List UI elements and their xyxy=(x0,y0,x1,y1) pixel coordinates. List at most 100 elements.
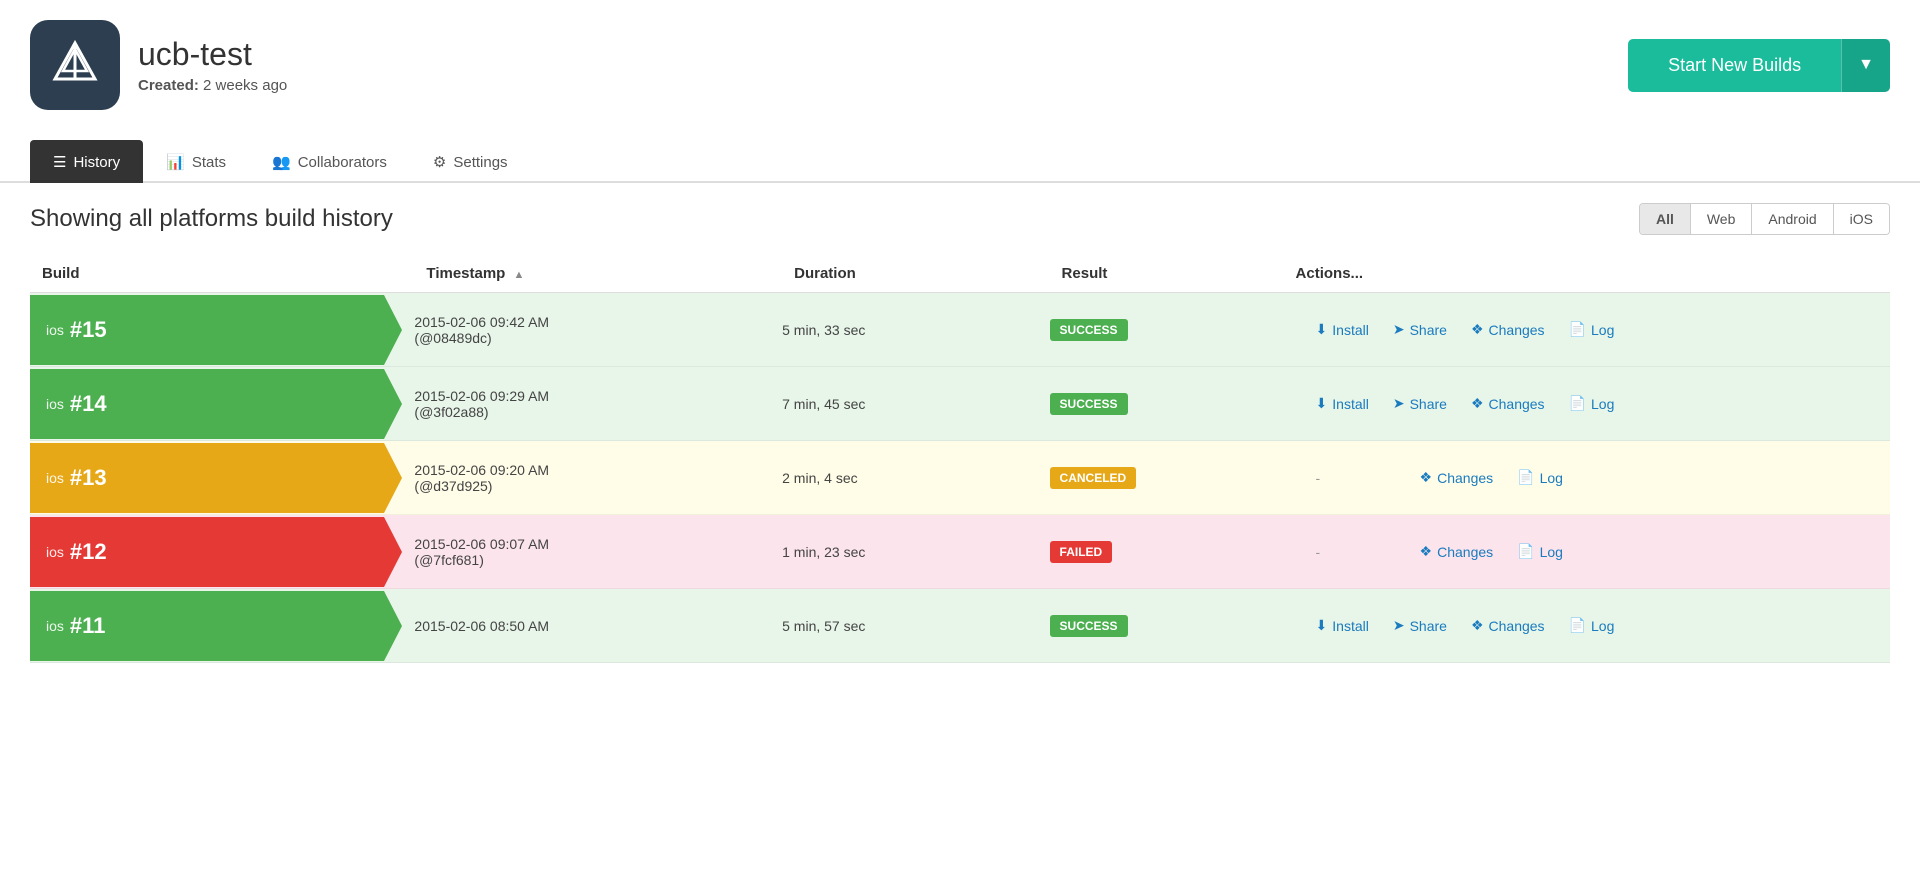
result-badge: SUCCESS xyxy=(1050,319,1128,341)
install-icon: ⬇ xyxy=(1316,321,1328,338)
tab-settings-label: Settings xyxy=(453,154,507,171)
tab-history[interactable]: ☰ History xyxy=(30,140,143,183)
history-title: Showing all platforms build history xyxy=(30,205,393,233)
action-label: Log xyxy=(1591,618,1614,634)
tab-collaborators-label: Collaborators xyxy=(298,154,387,171)
no-install-placeholder: - xyxy=(1316,470,1396,486)
action-label: Changes xyxy=(1437,544,1493,560)
build-actions: - ❖Changes 📄Log xyxy=(1284,441,1890,515)
stats-icon: 📊 xyxy=(166,153,185,171)
tab-bar: ☰ History 📊 Stats 👥 Collaborators ⚙ Sett… xyxy=(0,140,1920,183)
platform-label: ios xyxy=(46,470,64,486)
tab-settings[interactable]: ⚙ Settings xyxy=(410,140,531,183)
list-icon: ☰ xyxy=(53,153,66,171)
build-duration: 2 min, 4 sec xyxy=(782,441,1049,515)
action-label: Log xyxy=(1540,544,1563,560)
action-share[interactable]: ➤ Share xyxy=(1393,617,1447,634)
build-number: #14 xyxy=(70,391,107,417)
changes-icon: ❖ xyxy=(1471,617,1484,634)
col-duration: Duration xyxy=(782,255,1049,293)
build-duration: 5 min, 57 sec xyxy=(782,589,1049,663)
build-timestamp: 2015-02-06 08:50 AM xyxy=(414,589,782,663)
table-header: Build Timestamp ▲ Duration Result Action… xyxy=(30,255,1890,293)
action-changes[interactable]: ❖ Changes xyxy=(1471,395,1545,412)
action-changes[interactable]: ❖Changes xyxy=(1420,469,1494,486)
build-timestamp: 2015-02-06 09:07 AM(@7fcf681) xyxy=(414,515,782,589)
action-log[interactable]: 📄Log xyxy=(1569,321,1615,338)
share-icon: ➤ xyxy=(1393,395,1405,412)
main-content: Showing all platforms build history All … xyxy=(0,183,1920,683)
build-number: #12 xyxy=(70,539,107,565)
action-label: Changes xyxy=(1489,322,1545,338)
page-header: ucb-test Created: 2 weeks ago Start New … xyxy=(0,0,1920,130)
action-label: Changes xyxy=(1489,396,1545,412)
result-badge: SUCCESS xyxy=(1050,393,1128,415)
filter-ios[interactable]: iOS xyxy=(1834,204,1889,234)
action-share[interactable]: ➤Share xyxy=(1393,321,1447,338)
tab-stats-label: Stats xyxy=(192,154,226,171)
action-label: Install xyxy=(1332,618,1369,634)
build-label-12: ios #12 xyxy=(30,517,384,587)
build-result: SUCCESS xyxy=(1050,589,1284,663)
build-actions: -❖Changes📄Log xyxy=(1284,515,1890,589)
action-label: Share xyxy=(1410,396,1447,412)
action-log[interactable]: 📄Log xyxy=(1517,469,1563,486)
action-label: Changes xyxy=(1437,470,1493,486)
filter-all[interactable]: All xyxy=(1640,204,1691,234)
build-number: #15 xyxy=(70,317,107,343)
col-result: Result xyxy=(1050,255,1284,293)
platform-filter-group: All Web Android iOS xyxy=(1639,203,1890,235)
col-actions: Actions... xyxy=(1284,255,1890,293)
result-badge: CANCELED xyxy=(1050,467,1137,489)
tab-collaborators[interactable]: 👥 Collaborators xyxy=(249,140,410,183)
changes-icon: ❖ xyxy=(1471,395,1484,412)
action-label: Log xyxy=(1591,322,1614,338)
build-label-13: ios #13 xyxy=(30,443,384,513)
action-log[interactable]: 📄Log xyxy=(1569,395,1615,412)
start-builds-dropdown-button[interactable]: ▼ xyxy=(1841,39,1890,92)
action-changes[interactable]: ❖Changes xyxy=(1420,543,1494,560)
share-icon: ➤ xyxy=(1393,321,1405,338)
builds-table: Build Timestamp ▲ Duration Result Action… xyxy=(30,255,1890,663)
build-label-14: ios #14 xyxy=(30,369,384,439)
builds-table-body: ios #15 2015-02-06 09:42 AM(@08489dc) 5 mi… xyxy=(30,293,1890,663)
build-label-15: ios #15 xyxy=(30,295,384,365)
build-duration: 7 min, 45 sec xyxy=(782,367,1049,441)
build-timestamp: 2015-02-06 09:42 AM(@08489dc) xyxy=(414,293,782,367)
log-icon: 📄 xyxy=(1569,617,1586,634)
action-share[interactable]: ➤ Share xyxy=(1393,395,1447,412)
action-install[interactable]: ⬇Install xyxy=(1316,321,1369,338)
action-log[interactable]: 📄Log xyxy=(1517,543,1563,560)
unity-logo xyxy=(30,20,120,110)
col-timestamp: Timestamp ▲ xyxy=(414,255,782,293)
build-number: #13 xyxy=(70,465,107,491)
created-value: 2 weeks ago xyxy=(203,77,287,94)
action-label: Log xyxy=(1540,470,1563,486)
action-label: Install xyxy=(1332,322,1369,338)
changes-icon: ❖ xyxy=(1420,543,1433,560)
build-actions: ⬇Install ➤ Share ❖ Changes 📄Log xyxy=(1284,367,1890,441)
start-builds-button[interactable]: Start New Builds xyxy=(1628,39,1841,92)
changes-icon: ❖ xyxy=(1471,321,1484,338)
tab-stats[interactable]: 📊 Stats xyxy=(143,140,249,183)
table-row: ios #142015-02-06 09:29 AM(@3f02a88)7 mi… xyxy=(30,367,1890,441)
sort-asc-icon: ▲ xyxy=(514,269,525,281)
action-changes[interactable]: ❖ Changes xyxy=(1471,321,1545,338)
platform-label: ios xyxy=(46,322,64,338)
action-install[interactable]: ⬇Install xyxy=(1316,395,1369,412)
log-icon: 📄 xyxy=(1569,395,1586,412)
filter-web[interactable]: Web xyxy=(1691,204,1753,234)
build-actions: ⬇Install ➤ Share ❖Changes 📄 Log xyxy=(1284,589,1890,663)
action-label: Share xyxy=(1410,618,1447,634)
platform-label: ios xyxy=(46,544,64,560)
action-changes[interactable]: ❖Changes xyxy=(1471,617,1545,634)
build-duration: 1 min, 23 sec xyxy=(782,515,1049,589)
tab-history-label: History xyxy=(73,154,120,171)
filter-android[interactable]: Android xyxy=(1752,204,1833,234)
share-icon: ➤ xyxy=(1393,617,1405,634)
build-timestamp: 2015-02-06 09:20 AM(@d37d925) xyxy=(414,441,782,515)
project-info-section: ucb-test Created: 2 weeks ago xyxy=(30,20,287,110)
action-install[interactable]: ⬇Install xyxy=(1316,617,1369,634)
action-log[interactable]: 📄 Log xyxy=(1569,617,1615,634)
platform-label: ios xyxy=(46,396,64,412)
